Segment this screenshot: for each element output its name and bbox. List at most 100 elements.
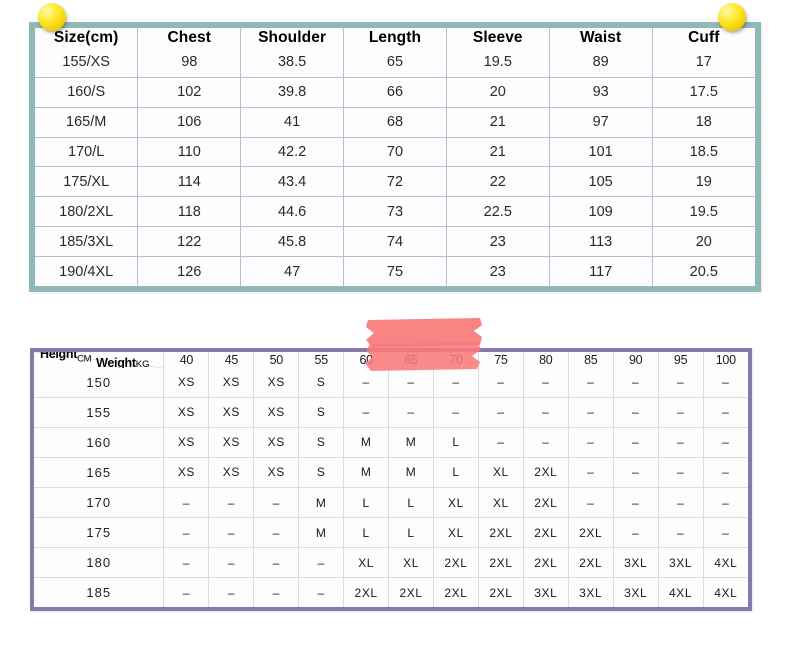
chest-value: 98: [137, 48, 242, 78]
fit-cell: –: [163, 486, 210, 519]
fit-cell: –: [657, 396, 704, 428]
fit-cell: –: [612, 456, 659, 488]
fit-cell: XL: [477, 486, 524, 519]
fit-cell: 2XL: [477, 547, 524, 579]
length-value: 74: [343, 226, 447, 258]
fit-cell: –: [208, 577, 255, 607]
fit-cell: –: [433, 368, 479, 398]
height-label: 185: [34, 577, 165, 607]
fit-cell: L: [433, 426, 479, 458]
table-row: 180/2XL 118 44.6 73 22.5 109 19.5: [35, 196, 755, 228]
fit-cell: XS: [163, 456, 210, 488]
highlighter-stroke-upper: [366, 318, 482, 347]
fit-cell: XS: [163, 396, 210, 428]
weight-header-70: 70: [433, 352, 479, 368]
fit-cell: –: [702, 456, 748, 488]
fit-cell: 2XL: [343, 577, 390, 607]
fit-cell: 2XL: [433, 547, 479, 579]
height-label: 160: [34, 426, 165, 458]
size-chart-header-row: Size(cm) Chest Shoulder Length Sleeve Wa…: [35, 28, 755, 48]
size-label: 165/M: [35, 106, 139, 138]
weight-header-90: 90: [612, 352, 659, 368]
fit-cell: –: [702, 396, 748, 428]
chest-value: 110: [137, 136, 242, 168]
size-label: 190/4XL: [35, 256, 139, 286]
fit-cell: S: [298, 368, 345, 398]
table-row: 185/3XL 122 45.8 74 23 113 20: [35, 226, 755, 258]
cuff-value: 19: [651, 166, 755, 198]
fit-cell: 2XL: [522, 517, 569, 549]
table-row: 170/L 110 42.2 70 21 101 18.5: [35, 136, 755, 168]
fit-cell: 2XL: [522, 547, 569, 579]
fit-cell: –: [163, 517, 210, 549]
fit-cell: XS: [208, 368, 255, 398]
fit-cell: 4XL: [702, 577, 748, 607]
size-label: 155/XS: [35, 48, 139, 78]
shoulder-value: 38.5: [240, 48, 345, 78]
weight-header-100: 100: [702, 352, 748, 368]
sleeve-value: 21: [445, 106, 550, 138]
fit-cell: 3XL: [567, 577, 614, 607]
cuff-value: 17: [651, 48, 755, 78]
weight-header-40: 40: [163, 352, 210, 368]
weight-header-55: 55: [298, 352, 345, 368]
table-row: 165 XS XS XS S M M L XL 2XL – – – –: [34, 456, 748, 488]
height-label: 150: [34, 368, 165, 398]
fit-cell: M: [343, 456, 390, 488]
fit-cell: XL: [388, 547, 435, 579]
fit-cell: –: [657, 426, 704, 458]
fit-cell: M: [388, 426, 435, 458]
size-label: 175/XL: [35, 166, 139, 198]
fit-cell: –: [612, 396, 659, 428]
cuff-value: 18.5: [651, 136, 755, 168]
sleeve-value: 22: [445, 166, 550, 198]
size-chart-panel: Size(cm) Chest Shoulder Length Sleeve Wa…: [29, 22, 761, 292]
fit-cell: S: [298, 456, 345, 488]
fit-cell: –: [253, 486, 300, 519]
fit-cell: –: [477, 426, 524, 458]
table-row: 155 XS XS XS S – – – – – – – – –: [34, 396, 748, 428]
fit-cell: –: [298, 547, 345, 579]
weight-header-65: 65: [388, 352, 435, 368]
shoulder-value: 42.2: [240, 136, 345, 168]
table-row: 175 – – – M L L XL 2XL 2XL 2XL – – –: [34, 517, 748, 549]
cuff-value: 20: [651, 226, 755, 258]
fit-cell: 3XL: [612, 577, 659, 607]
col-header-sleeve: Sleeve: [445, 28, 550, 48]
fit-cell: XS: [253, 456, 300, 488]
size-label: 160/S: [35, 76, 139, 108]
length-value: 73: [343, 196, 447, 228]
cuff-value: 17.5: [651, 76, 755, 108]
size-label: 180/2XL: [35, 196, 139, 228]
col-header-chest: Chest: [137, 28, 242, 48]
chest-value: 106: [137, 106, 242, 138]
fit-cell: –: [343, 368, 390, 398]
fit-cell: –: [567, 486, 614, 519]
fit-cell: –: [567, 456, 614, 488]
fit-cell: –: [657, 368, 704, 398]
height-label: 155: [34, 396, 165, 428]
length-value: 70: [343, 136, 447, 168]
fit-cell: –: [477, 368, 524, 398]
sleeve-value: 23: [445, 226, 550, 258]
fit-cell: –: [567, 426, 614, 458]
chest-value: 122: [137, 226, 242, 258]
size-chart-inner: Size(cm) Chest Shoulder Length Sleeve Wa…: [35, 28, 755, 286]
fit-cell: –: [612, 486, 659, 519]
col-header-waist: Waist: [548, 28, 653, 48]
fit-cell: L: [433, 456, 479, 488]
table-row: 160 XS XS XS S M M L – – – – – –: [34, 426, 748, 458]
fit-cell: –: [657, 517, 704, 549]
table-row: 160/S 102 39.8 66 20 93 17.5: [35, 76, 755, 108]
waist-value: 93: [548, 76, 653, 108]
fit-cell: –: [702, 517, 748, 549]
fit-cell: L: [388, 517, 435, 549]
fit-cell: –: [567, 368, 614, 398]
height-axis-label: HeightCM: [40, 352, 92, 364]
fit-cell: –: [702, 368, 748, 398]
axis-corner-cell: WeightKG HeightCM: [34, 352, 165, 368]
chest-value: 114: [137, 166, 242, 198]
height-label: 180: [34, 547, 165, 579]
chest-value: 102: [137, 76, 242, 108]
fit-cell: –: [208, 486, 255, 519]
